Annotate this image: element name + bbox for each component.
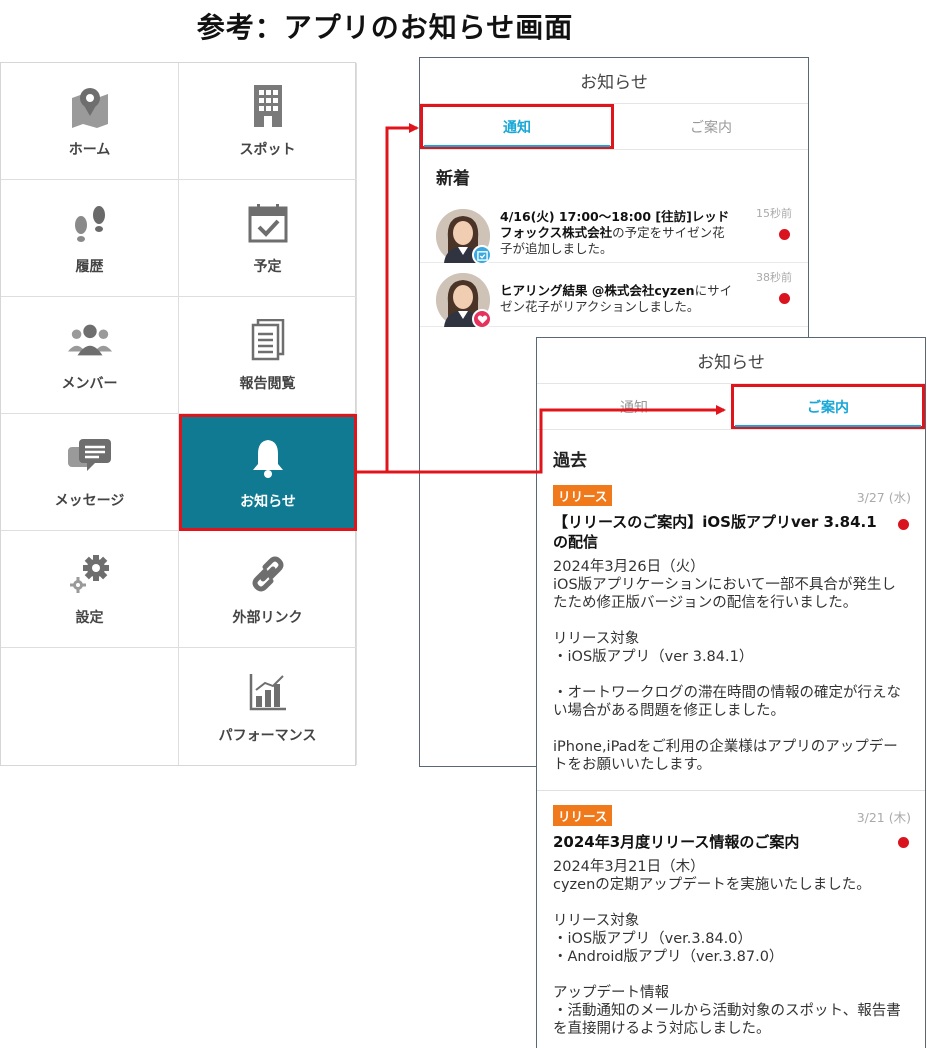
avatar (436, 273, 492, 329)
section-title-new: 新着 (436, 169, 470, 189)
menu-item-reports[interactable]: 報告閲覧 (179, 297, 357, 414)
calendar-check-icon (245, 200, 291, 246)
menu-label: メッセージ (54, 493, 125, 509)
menu-item-home[interactable]: ホーム (1, 63, 179, 180)
menu-item-settings[interactable]: 設定 (1, 531, 179, 648)
footprints-icon (67, 200, 113, 246)
tab-notification[interactable]: 通知 (420, 104, 614, 149)
menu-item-external-links[interactable]: 外部リンク (179, 531, 357, 648)
guide-date: 3/27 (水) (856, 490, 911, 505)
calendar-check-icon (472, 245, 492, 265)
menu-item-schedule[interactable]: 予定 (179, 180, 357, 297)
unread-dot (898, 837, 909, 848)
heart-icon (472, 309, 492, 329)
notification-time: 38秒前 (756, 271, 792, 284)
menu-label: 予定 (253, 259, 282, 275)
section-title-past: 過去 (553, 451, 587, 471)
menu-item-history[interactable]: 履歴 (1, 180, 179, 297)
unread-dot (898, 519, 909, 530)
notification-item[interactable]: ヒアリング結果 @株式会社cyzenにサイゼン花子がリアクションしました。 38… (420, 263, 808, 329)
menu-label: ホーム (68, 142, 111, 158)
screen-header: お知らせ (420, 58, 808, 104)
guide-body: 2024年3月26日（火） iOS版アプリケーションにおいて一部不具合が発生した… (553, 559, 901, 773)
menu-label: パフォーマンス (218, 727, 317, 744)
tab-bar: 通知 ご案内 (537, 384, 925, 430)
guide-item[interactable]: リリース 3/27 (水) 【リリースのご案内】iOS版アプリver 3.84.… (537, 485, 925, 791)
avatar (436, 209, 492, 265)
chat-bubbles-icon (67, 434, 113, 480)
menu-item-performance[interactable]: パフォーマンス (179, 648, 357, 765)
map-pin-icon (67, 83, 113, 129)
link-icon (245, 551, 291, 597)
notification-item[interactable]: 4/16(火) 17:00〜18:00 [往訪]レッドフォックス株式会社の予定を… (420, 199, 808, 265)
release-tag: リリース (553, 485, 613, 506)
menu-item-spot[interactable]: スポット (179, 63, 357, 180)
building-icon (245, 83, 291, 129)
screen-header: お知らせ (537, 338, 925, 384)
menu-item-notifications[interactable]: お知らせ (179, 414, 357, 531)
unread-dot (779, 229, 790, 240)
gears-icon (67, 551, 113, 597)
document-icon (245, 317, 291, 363)
tab-notification[interactable]: 通知 (537, 384, 731, 429)
menu-label: 外部リンク (232, 610, 303, 626)
notification-subject: ヒアリング結果 @株式会社cyzen (500, 283, 695, 298)
tab-bar: 通知 ご案内 (420, 104, 808, 150)
guide-item[interactable]: リリース 3/21 (木) 2024年3月度リリース情報のご案内 2024年3月… (537, 791, 925, 1048)
menu-label: 履歴 (75, 259, 104, 275)
group-icon (67, 317, 113, 363)
guide-screen: お知らせ 通知 ご案内 過去 リリース 3/27 (水) 【リリースのご案内】i… (536, 337, 926, 1048)
notification-text: ヒアリング結果 @株式会社cyzenにサイゼン花子がリアクションしました。 (500, 273, 736, 316)
bell-icon (245, 435, 291, 481)
guide-date: 3/21 (木) (856, 810, 911, 825)
page-title: 参考：アプリのお知らせ画面 (196, 11, 574, 44)
tab-guide[interactable]: ご案内 (614, 104, 808, 149)
release-tag: リリース (553, 805, 613, 826)
guide-title: 【リリースのご案内】iOS版アプリver 3.84.1の配信 (553, 513, 877, 551)
menu-label: メンバー (61, 376, 118, 392)
notification-time: 15秒前 (756, 207, 792, 220)
menu-label: 報告閲覧 (239, 376, 296, 392)
menu-label: スポット (239, 142, 296, 158)
menu-label: 設定 (75, 610, 104, 626)
bar-chart-icon (245, 669, 291, 715)
menu-item-messages[interactable]: メッセージ (1, 414, 179, 531)
guide-title: 2024年3月度リリース情報のご案内 (553, 833, 800, 851)
menu-label: お知らせ (240, 493, 296, 510)
menu-item-members[interactable]: メンバー (1, 297, 179, 414)
menu-item-empty (1, 648, 179, 765)
arrow-to-notification-tab (356, 123, 419, 474)
notification-text: 4/16(火) 17:00〜18:00 [往訪]レッドフォックス株式会社の予定を… (500, 209, 736, 256)
menu-grid: ホーム スポット 履歴 予定 メンバー 報告閲覧 メッセージ お知らせ 設定 外… (0, 62, 357, 766)
tab-guide[interactable]: ご案内 (731, 384, 925, 429)
unread-dot (779, 293, 790, 304)
guide-body: 2024年3月21日（木） cyzenの定期アップデートを実施いたしました。 リ… (553, 859, 901, 1037)
